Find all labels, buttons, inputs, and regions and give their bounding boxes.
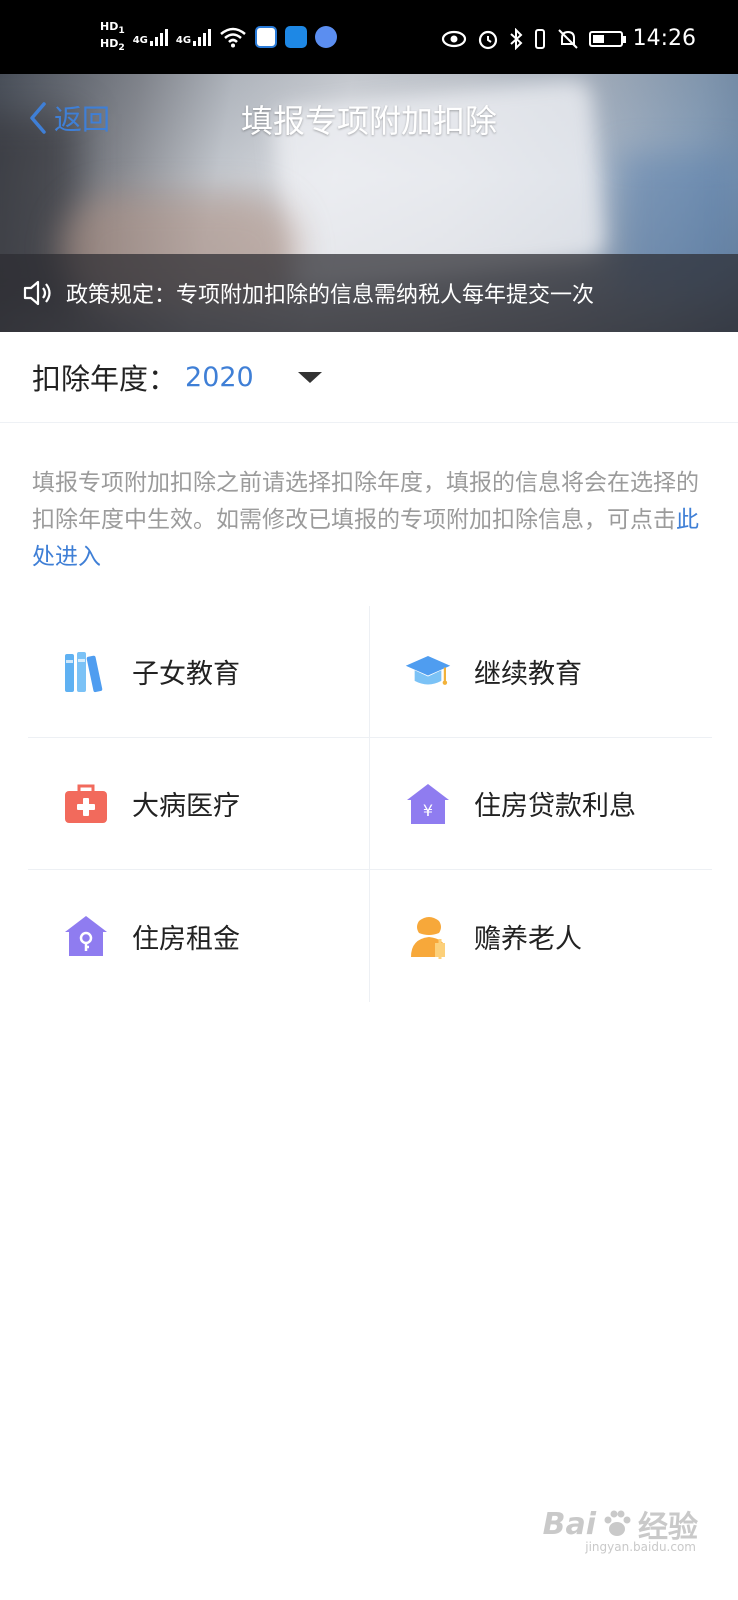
signal-2: 4G — [175, 28, 212, 46]
year-selector[interactable]: 扣除年度： 2020 — [0, 332, 738, 423]
sim2-label: HD — [100, 37, 119, 51]
clock: 14:26 — [632, 26, 696, 51]
eye-icon — [441, 30, 466, 47]
info-tip: 填报专项附加扣除之前请选择扣除年度，填报的信息将会在选择的扣除年度中生效。如需修… — [32, 465, 706, 576]
category-housing-rent[interactable]: 住房租金 — [28, 870, 370, 1002]
category-label: 子女教育 — [132, 659, 240, 690]
mute-icon — [557, 28, 578, 49]
signal-1: 4G — [132, 28, 168, 46]
elderly-icon — [404, 912, 452, 960]
signal-bars-icon — [193, 28, 212, 46]
watermark-url: jingyan.baidu.com — [585, 1540, 696, 1554]
policy-notice-bar: 政策规定：专项附加扣除的信息需纳税人每年提交一次 — [0, 254, 738, 332]
status-left: HD1 HD2 4G 4G — [100, 20, 338, 54]
signal-bars-icon — [149, 28, 168, 46]
sim-indicators: HD1 HD2 — [100, 20, 125, 54]
sim1-label: HD — [100, 20, 119, 33]
graduation-cap-icon — [404, 648, 452, 696]
sim1-index: 1 — [118, 25, 125, 37]
deduction-category-grid: 子女教育 继续教育 大病医疗 ¥ 住房贷款利息 住房租金 赡养老人 — [28, 606, 712, 1002]
watermark-brand: Bai — [542, 1506, 596, 1542]
bluetooth-icon — [509, 27, 523, 50]
category-label: 住房租金 — [132, 923, 240, 955]
category-child-education[interactable]: 子女教育 — [28, 606, 370, 738]
status-bar: HD1 HD2 4G 4G 14:26 — [0, 0, 738, 74]
policy-notice-text: 政策规定：专项附加扣除的信息需纳税人每年提交一次 — [66, 283, 595, 308]
back-label: 返回 — [54, 103, 111, 136]
category-serious-illness[interactable]: 大病医疗 — [28, 738, 370, 870]
info-tip-text: 填报专项附加扣除之前请选择扣除年度，填报的信息将会在选择的扣除年度中生效。如需修… — [32, 470, 699, 533]
sim2-index: 2 — [118, 42, 125, 54]
alarm-icon — [478, 30, 497, 49]
medical-kit-icon — [62, 780, 110, 828]
books-icon — [62, 648, 110, 696]
caret-down-icon[interactable] — [297, 371, 322, 383]
category-label: 赡养老人 — [474, 923, 582, 955]
speaker-icon — [23, 280, 51, 306]
wifi-icon — [220, 27, 246, 48]
chevron-left-icon — [30, 102, 46, 134]
content-area — [0, 423, 738, 1600]
category-housing-loan-interest[interactable]: ¥ 住房贷款利息 — [370, 738, 712, 870]
year-value[interactable]: 2020 — [185, 362, 254, 393]
music-app-icon — [315, 26, 338, 49]
category-label: 住房贷款利息 — [474, 791, 636, 822]
alipay-app-icon — [285, 26, 308, 49]
battery-level — [592, 34, 605, 43]
back-button[interactable]: 返回 — [28, 98, 110, 138]
category-label: 继续教育 — [474, 659, 582, 690]
house-key-icon — [62, 912, 110, 960]
page-title: 填报专项附加扣除 — [240, 102, 497, 140]
header-banner: 填报专项附加扣除 返回 政策规定：专项附加扣除的信息需纳税人每年提交一次 — [0, 74, 738, 332]
battery-icon — [588, 30, 626, 47]
paw-icon — [604, 1510, 631, 1536]
vibrate-icon — [534, 28, 545, 49]
category-elderly-support[interactable]: 赡养老人 — [370, 870, 712, 1002]
sim2-indicator: HD2 — [100, 37, 125, 54]
network-type-2: 4G — [175, 34, 192, 46]
svg-text:¥: ¥ — [423, 801, 433, 820]
status-right: 14:26 — [441, 26, 696, 51]
network-type-1: 4G — [132, 34, 148, 46]
category-label: 大病医疗 — [132, 791, 240, 822]
year-label: 扣除年度： — [32, 362, 178, 396]
notification-app-icon — [255, 26, 278, 49]
category-continuing-education[interactable]: 继续教育 — [370, 606, 712, 738]
sim1-indicator: HD1 — [100, 20, 125, 37]
house-yuan-icon: ¥ — [404, 780, 452, 828]
